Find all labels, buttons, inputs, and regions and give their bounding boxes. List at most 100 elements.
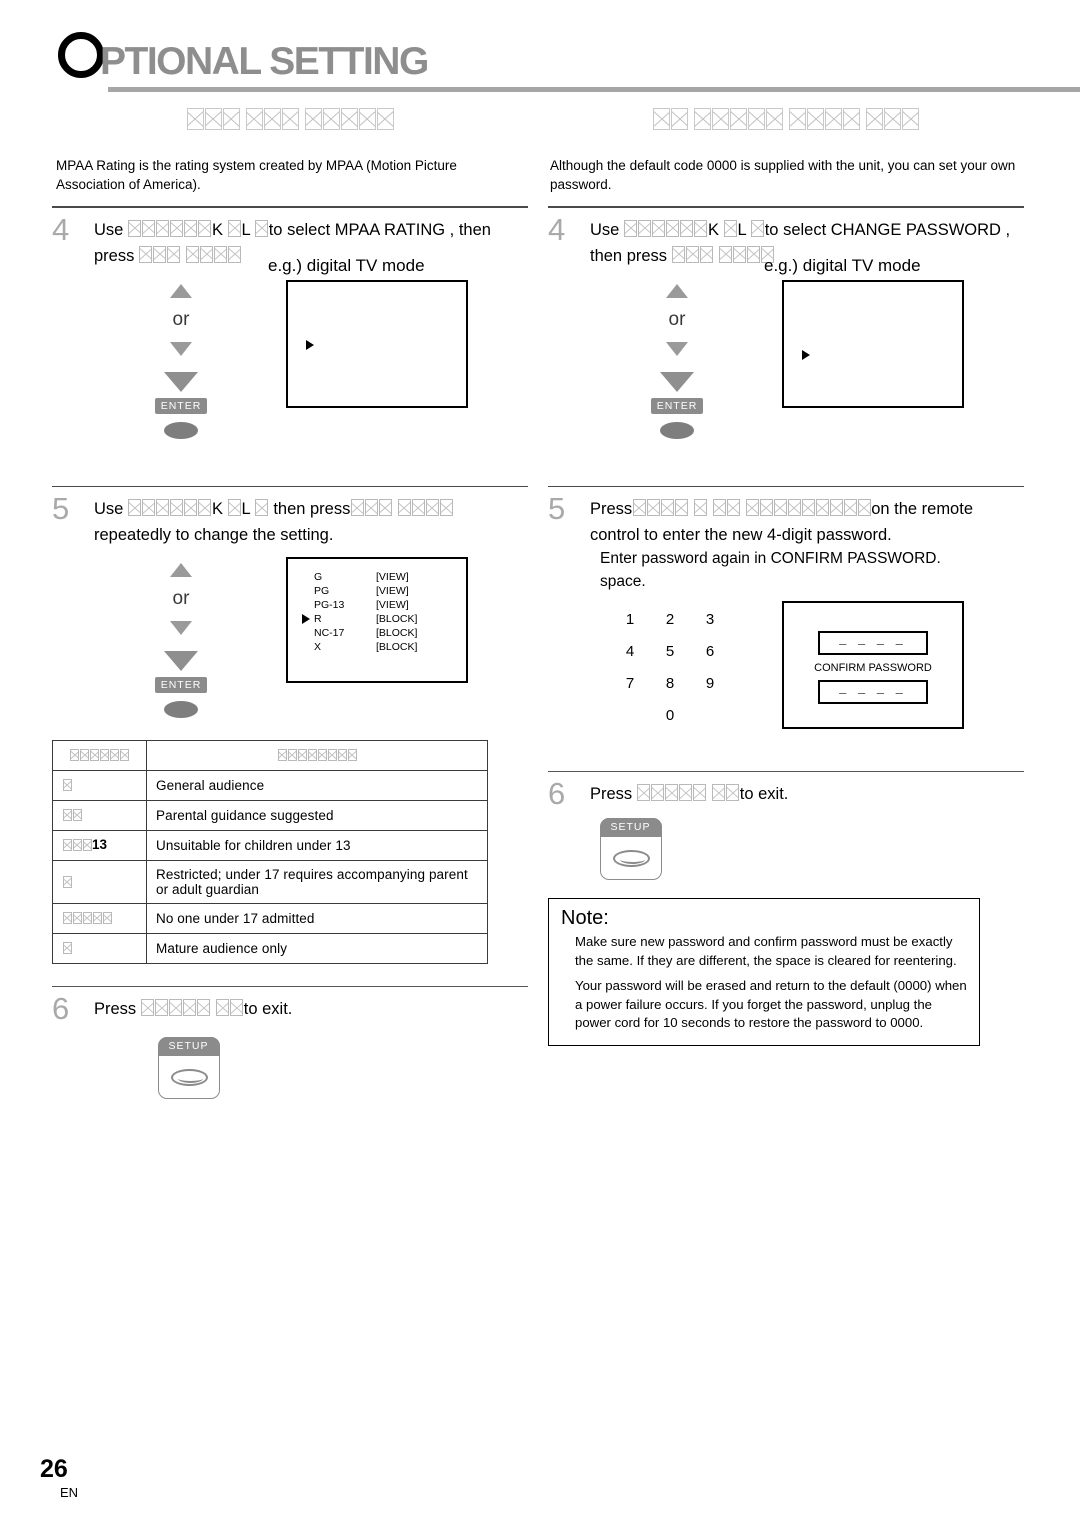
note-title: Note:	[561, 907, 609, 929]
left-eg-label: e.g.) digital TV mode	[268, 255, 425, 275]
left-step-5-number: 5	[52, 491, 70, 526]
left-step-5-key-l: L	[241, 500, 251, 518]
rating-table-row: Mature audience only	[52, 933, 488, 964]
osd-cursor-icon	[802, 349, 810, 360]
key-8[interactable]: 8	[650, 675, 690, 692]
tofu-glyphs-cursor-keys-left4	[128, 219, 212, 244]
enter-oval-button-icon[interactable]	[660, 421, 694, 439]
left-step5-control-cluster: or ENTER	[146, 563, 216, 718]
flow-down-arrow-icon	[164, 371, 198, 392]
enter-oval-button-icon[interactable]	[164, 701, 198, 718]
header-divider-rule	[108, 87, 1080, 92]
osd-rating-status: [BLOCK]	[376, 641, 418, 653]
rating-code-cell	[52, 933, 147, 964]
left-step5-or-label: or	[172, 588, 190, 609]
tofu-glyph-sep-left4a	[228, 219, 242, 244]
left-column: MPAA Rating is the rating system created…	[52, 108, 528, 1099]
rating-description-cell: Unsuitable for children under 13	[146, 830, 488, 861]
left-step-6-number: 6	[52, 991, 70, 1026]
tofu-glyphs-number-buttons	[632, 499, 871, 523]
key-6[interactable]: 6	[690, 643, 730, 660]
up-arrow-icon[interactable]	[666, 283, 688, 298]
right-step-4-word-use: Use	[590, 220, 620, 239]
right-step-6-tail: to exit.	[739, 785, 789, 803]
key-3[interactable]: 3	[690, 611, 730, 628]
tofu-glyphs-cursor-keys-right4	[624, 219, 708, 244]
new-password-field[interactable]: – – – –	[818, 631, 928, 655]
page-language-code: EN	[60, 1485, 79, 1500]
right-rule-3	[548, 771, 1024, 772]
left-rule-3	[52, 986, 528, 987]
tofu-glyphs-left-heading	[186, 108, 394, 135]
left-step-5: 5 Use K L then press repeatedly to change…	[52, 491, 528, 547]
dropcap-letter-o	[58, 32, 104, 78]
flow-down-arrow-icon	[660, 371, 694, 392]
rating-table-header-description	[146, 740, 488, 771]
osd-rating-status: [BLOCK]	[376, 613, 418, 625]
left-step-6-word-press: Press	[94, 1000, 137, 1018]
confirm-password-field[interactable]: – – – –	[818, 680, 928, 704]
keypad-row-1: 1 2 3	[610, 611, 730, 628]
key-0[interactable]: 0	[650, 707, 690, 724]
note-paragraph-2: Your password will be erased and return …	[575, 978, 967, 1030]
right-step-6-text: Press to exit.	[590, 782, 1024, 808]
enter-oval-button-icon[interactable]	[164, 421, 198, 439]
key-1[interactable]: 1	[610, 611, 650, 628]
tofu-glyphs-rating-code	[62, 912, 112, 927]
left-section-heading	[52, 108, 528, 136]
enter-button-label[interactable]: ENTER	[154, 677, 208, 693]
key-blank-right	[690, 707, 730, 724]
rating-description-cell: General audience	[146, 770, 488, 801]
left-step-5-then-press: then press	[273, 500, 351, 518]
rating-description-cell: Mature audience only	[146, 933, 488, 964]
right-step4-control-cluster: or ENTER	[642, 283, 712, 439]
key-5[interactable]: 5	[650, 643, 690, 660]
right-step-4-key-l: L	[737, 220, 747, 239]
key-2[interactable]: 2	[650, 611, 690, 628]
key-7[interactable]: 7	[610, 675, 650, 692]
right-step-4-number: 4	[548, 211, 566, 247]
osd-rating-code: G	[314, 571, 323, 583]
rating-code-suffix: 13	[92, 837, 108, 852]
tofu-glyphs-right-heading	[653, 108, 920, 135]
osd-rating-code: R	[314, 613, 322, 625]
enter-button-label[interactable]: ENTER	[154, 397, 208, 414]
osd-rating-status: [VIEW]	[376, 571, 409, 583]
tofu-glyphs-enter-left4	[139, 245, 242, 270]
rating-table-row: Parental guidance suggested	[52, 800, 488, 831]
page-header: PTIONAL SETTING	[48, 32, 1080, 98]
right-step-5-text: Press on the remote control to enter the …	[590, 497, 1024, 547]
up-arrow-icon[interactable]	[170, 563, 192, 577]
rating-code-cell: 13	[52, 830, 147, 861]
tofu-glyphs-setup-right6	[637, 784, 740, 808]
note-box: Note: Make sure new password and confirm…	[548, 898, 980, 1046]
enter-button-label[interactable]: ENTER	[650, 397, 704, 414]
left-rule-1	[52, 206, 528, 208]
osd-rating-code: X	[314, 641, 322, 653]
setup-button-label: SETUP	[599, 817, 662, 837]
right-intro-text: Although the default code 0000 is suppli…	[550, 158, 1016, 192]
up-arrow-icon[interactable]	[170, 283, 192, 298]
left-tv-screen-step4	[286, 279, 468, 408]
rating-table-row: General audience	[52, 770, 488, 801]
key-4[interactable]: 4	[610, 643, 650, 660]
tofu-glyph-sep-right4b	[751, 219, 765, 244]
tofu-glyphs-rating-code	[62, 839, 92, 854]
tofu-glyphs-rating-code	[62, 875, 72, 891]
key-9[interactable]: 9	[690, 675, 730, 692]
tofu-glyph-sep-left5a	[228, 499, 242, 523]
osd-rating-status: [VIEW]	[376, 585, 409, 597]
rating-code-cell	[52, 903, 147, 934]
flow-down-arrow-icon	[164, 651, 198, 671]
setup-button-right[interactable]: SETUP	[599, 817, 662, 880]
down-arrow-icon[interactable]	[170, 621, 192, 635]
tofu-glyphs-setup-left6	[141, 999, 244, 1023]
setup-button-left[interactable]: SETUP	[157, 1036, 220, 1099]
right-rule-2	[548, 485, 1024, 487]
down-arrow-icon[interactable]	[170, 341, 192, 356]
setup-oval-icon	[613, 850, 650, 867]
down-arrow-icon[interactable]	[666, 341, 688, 356]
left-step-5-word-use: Use	[94, 500, 124, 518]
left-step-4-word-use: Use	[94, 220, 124, 239]
left-step-4-key-k: K	[211, 220, 223, 239]
